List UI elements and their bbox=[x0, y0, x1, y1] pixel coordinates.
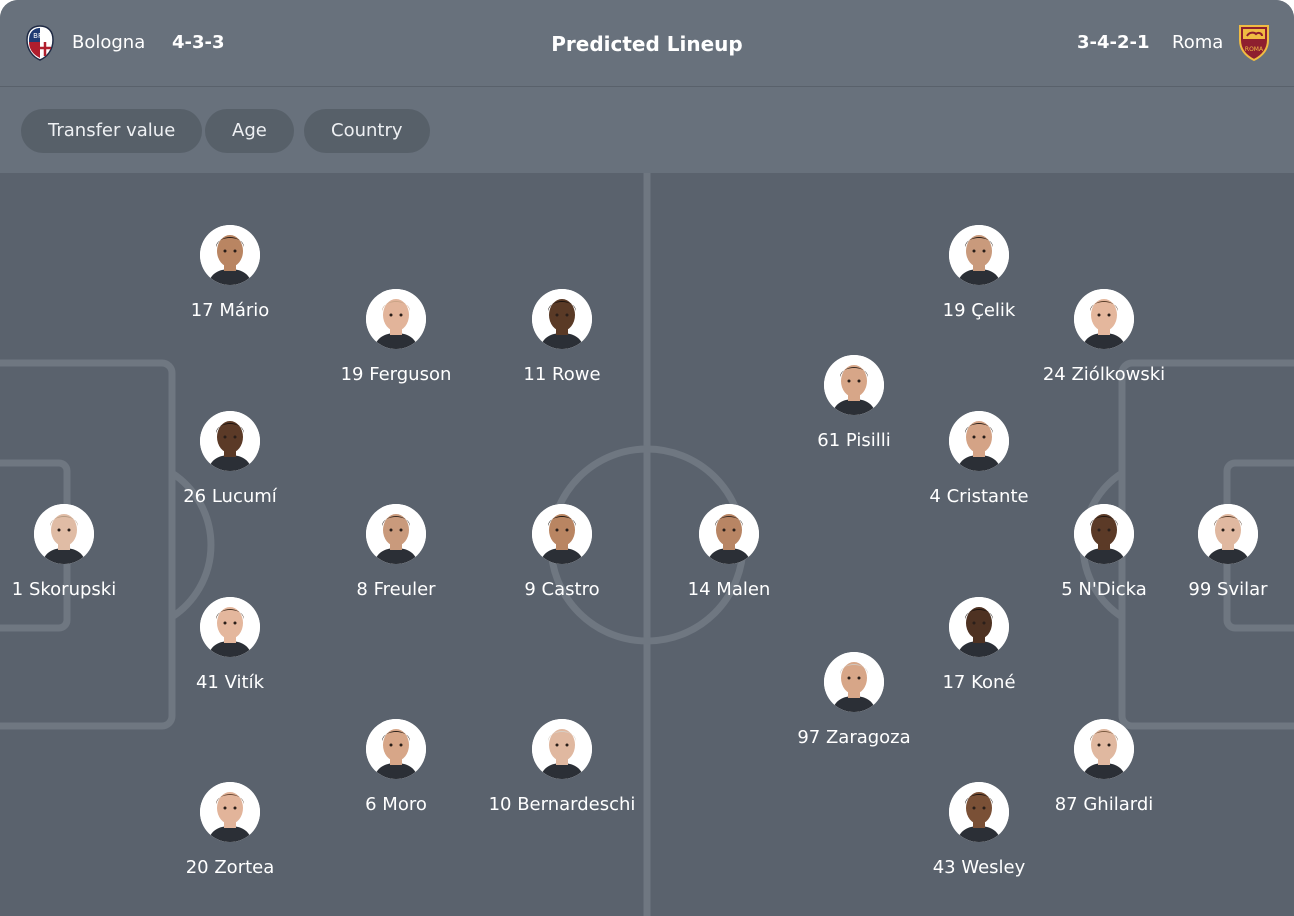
player-name: 1 Skorupski bbox=[11, 579, 117, 600]
player-photo-icon bbox=[949, 411, 1009, 471]
player-avatar[interactable] bbox=[532, 504, 592, 564]
pitch: 17 Mário 19 Ferguson 11 Rowe 26 Lucumí 1 Sko… bbox=[0, 173, 1294, 916]
lineup-header: BFC Bologna 4-3-3 Predicted Lineup 3-4-2… bbox=[0, 0, 1294, 87]
player-name: 14 Malen bbox=[687, 579, 771, 600]
home-player-10[interactable]: 10 Bernardeschi bbox=[482, 719, 642, 815]
player-name: 26 Lucumí bbox=[183, 486, 277, 507]
player-name: 9 Castro bbox=[524, 579, 600, 600]
home-player-3[interactable]: 11 Rowe bbox=[482, 289, 642, 385]
player-name: 99 Svilar bbox=[1188, 579, 1268, 600]
away-player-7[interactable]: 99 Svilar bbox=[1148, 504, 1294, 600]
player-avatar[interactable] bbox=[366, 504, 426, 564]
player-avatar[interactable] bbox=[200, 411, 260, 471]
filter-age[interactable]: Age bbox=[205, 109, 294, 153]
player-photo-icon bbox=[200, 411, 260, 471]
player-avatar[interactable] bbox=[366, 289, 426, 349]
away-player-9[interactable]: 97 Zaragoza bbox=[774, 652, 934, 748]
player-photo-icon bbox=[824, 652, 884, 712]
home-player-8[interactable]: 41 Vitík bbox=[150, 597, 310, 693]
home-player-6[interactable]: 8 Freuler bbox=[316, 504, 476, 600]
player-name: 41 Vitík bbox=[195, 672, 265, 693]
player-photo-icon bbox=[1074, 504, 1134, 564]
player-photo-icon bbox=[34, 504, 94, 564]
player-photo-icon bbox=[949, 782, 1009, 842]
player-name: 10 Bernardeschi bbox=[488, 794, 636, 815]
player-name: 11 Rowe bbox=[523, 364, 601, 385]
home-player-1[interactable]: 17 Mário bbox=[150, 225, 310, 321]
player-name: 24 Ziólkowski bbox=[1042, 364, 1166, 385]
player-name: 17 Mário bbox=[190, 300, 270, 321]
lineup-card: BFC Bologna 4-3-3 Predicted Lineup 3-4-2… bbox=[0, 0, 1294, 916]
player-avatar[interactable] bbox=[1198, 504, 1258, 564]
player-name: 8 Freuler bbox=[356, 579, 436, 600]
roma-crest-icon: ROMA bbox=[1239, 25, 1269, 62]
player-avatar[interactable] bbox=[1074, 719, 1134, 779]
player-avatar[interactable] bbox=[949, 597, 1009, 657]
player-avatar[interactable] bbox=[200, 225, 260, 285]
player-avatar[interactable] bbox=[532, 719, 592, 779]
home-player-11[interactable]: 20 Zortea bbox=[150, 782, 310, 878]
player-avatar[interactable] bbox=[699, 504, 759, 564]
away-player-1[interactable]: 14 Malen bbox=[649, 504, 809, 600]
player-photo-icon bbox=[949, 597, 1009, 657]
player-avatar[interactable] bbox=[824, 652, 884, 712]
home-player-9[interactable]: 6 Moro bbox=[316, 719, 476, 815]
svg-text:ROMA: ROMA bbox=[1245, 46, 1264, 53]
player-name: 6 Moro bbox=[365, 794, 427, 815]
player-photo-icon bbox=[366, 289, 426, 349]
player-avatar[interactable] bbox=[949, 225, 1009, 285]
player-name: 19 Ferguson bbox=[340, 364, 452, 385]
player-photo-icon bbox=[1198, 504, 1258, 564]
filter-country[interactable]: Country bbox=[304, 109, 430, 153]
player-photo-icon bbox=[532, 289, 592, 349]
player-photo-icon bbox=[366, 719, 426, 779]
player-photo-icon bbox=[949, 225, 1009, 285]
player-avatar[interactable] bbox=[532, 289, 592, 349]
player-photo-icon bbox=[532, 719, 592, 779]
player-avatar[interactable] bbox=[824, 355, 884, 415]
home-player-5[interactable]: 1 Skorupski bbox=[0, 504, 144, 600]
away-player-5[interactable]: 4 Cristante bbox=[899, 411, 1059, 507]
home-player-7[interactable]: 9 Castro bbox=[482, 504, 642, 600]
player-avatar[interactable] bbox=[1074, 289, 1134, 349]
player-avatar[interactable] bbox=[949, 782, 1009, 842]
player-photo-icon bbox=[200, 597, 260, 657]
player-photo-icon bbox=[200, 782, 260, 842]
player-photo-icon bbox=[366, 504, 426, 564]
player-avatar[interactable] bbox=[1074, 504, 1134, 564]
player-avatar[interactable] bbox=[34, 504, 94, 564]
away-player-3[interactable]: 24 Ziólkowski bbox=[1024, 289, 1184, 385]
player-name: 97 Zaragoza bbox=[797, 727, 911, 748]
player-photo-icon bbox=[699, 504, 759, 564]
player-name: 43 Wesley bbox=[932, 857, 1026, 878]
away-team-name[interactable]: Roma bbox=[1172, 32, 1223, 53]
player-avatar[interactable] bbox=[200, 782, 260, 842]
player-avatar[interactable] bbox=[200, 597, 260, 657]
player-photo-icon bbox=[1074, 719, 1134, 779]
player-avatar[interactable] bbox=[949, 411, 1009, 471]
filter-transfer-value[interactable]: Transfer value bbox=[21, 109, 203, 153]
filter-bar: Transfer value Age Country bbox=[0, 87, 1294, 173]
player-photo-icon bbox=[1074, 289, 1134, 349]
player-photo-icon bbox=[200, 225, 260, 285]
player-photo-icon bbox=[824, 355, 884, 415]
home-player-4[interactable]: 26 Lucumí bbox=[150, 411, 310, 507]
player-avatar[interactable] bbox=[366, 719, 426, 779]
away-player-11[interactable]: 43 Wesley bbox=[899, 782, 1059, 878]
away-formation: 3-4-2-1 bbox=[1077, 32, 1150, 53]
player-name: 20 Zortea bbox=[185, 857, 275, 878]
home-player-2[interactable]: 19 Ferguson bbox=[316, 289, 476, 385]
player-photo-icon bbox=[532, 504, 592, 564]
